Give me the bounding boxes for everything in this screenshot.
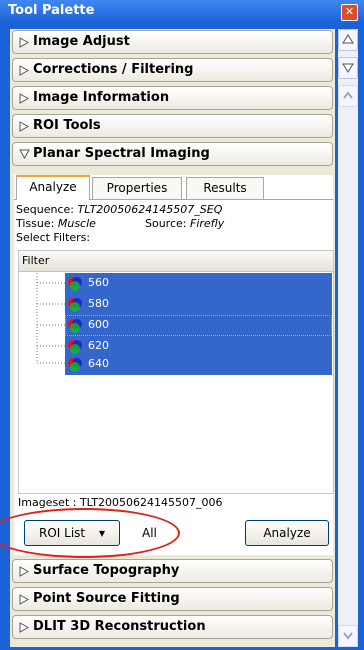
scroll-up-button[interactable] (338, 85, 358, 107)
section-corrections[interactable]: Corrections / Filtering (12, 58, 333, 82)
tissue-value: Muscle (57, 217, 96, 230)
expand-arrow-icon (19, 622, 29, 633)
rgb-filter-icon (68, 319, 82, 333)
analyze-tab-content: Sequence: TLT20050624145507_SEQ Tissue: … (14, 199, 334, 556)
source-value: Firefly (190, 217, 225, 230)
rgb-filter-icon (68, 298, 82, 312)
section-image-adjust[interactable]: Image Adjust (12, 30, 333, 54)
vertical-scrollbar[interactable] (338, 29, 358, 647)
expand-arrow-icon (19, 37, 29, 48)
collapse-arrow-icon (19, 149, 30, 159)
expand-arrow-icon (19, 594, 29, 605)
filter-value: 580 (88, 297, 109, 310)
expand-arrow-icon (19, 93, 29, 104)
scroll-down-icon (342, 63, 354, 73)
tree-lines-icon (36, 273, 65, 364)
planar-spectral-panel: Analyze Properties Results Sequence: TLT… (14, 175, 334, 556)
scroll-up-icon (342, 34, 354, 44)
filter-row[interactable]: 600 (65, 315, 332, 336)
source-line: Source: Firefly (145, 217, 224, 230)
filter-list: Filter 560 580 600 620 640 (18, 250, 334, 494)
select-filters-label: Select Filters: (16, 231, 91, 244)
filter-row[interactable]: 640 (65, 354, 332, 375)
section-image-information[interactable]: Image Information (12, 86, 333, 110)
section-label: DLIT 3D Reconstruction (33, 619, 206, 634)
scroll-top-button[interactable] (338, 29, 358, 51)
expand-arrow-icon (19, 121, 29, 132)
filter-value: 600 (88, 318, 109, 331)
analyze-button[interactable]: Analyze (245, 520, 329, 546)
source-label: Source: (145, 217, 187, 230)
section-label: Point Source Fitting (33, 591, 180, 606)
tab-results[interactable]: Results (186, 177, 264, 199)
rgb-filter-icon (68, 277, 82, 291)
section-label: Image Adjust (33, 34, 130, 49)
section-point-source-fitting[interactable]: Point Source Fitting (12, 587, 333, 611)
filter-row[interactable]: 560 (65, 273, 332, 294)
section-label: ROI Tools (33, 118, 101, 133)
title-bar[interactable]: Tool Palette ✕ (0, 0, 364, 24)
chevron-down-icon (343, 632, 353, 640)
filter-row[interactable]: 580 (65, 294, 332, 315)
expand-arrow-icon (19, 65, 29, 76)
filter-value: 560 (88, 276, 109, 289)
imageset-label: Imageset : TLT20050624145507_006 (18, 496, 223, 509)
tab-properties[interactable]: Properties (92, 177, 182, 199)
section-surface-topography[interactable]: Surface Topography (12, 559, 333, 583)
section-roi-tools[interactable]: ROI Tools (12, 114, 333, 138)
tab-analyze[interactable]: Analyze (16, 175, 90, 200)
section-label: Image Information (33, 90, 170, 105)
section-dlit-3d-reconstruction[interactable]: DLIT 3D Reconstruction (12, 615, 333, 639)
tissue-line: Tissue: Muscle (16, 217, 96, 230)
section-label: Corrections / Filtering (33, 62, 194, 77)
tissue-label: Tissue: (16, 217, 55, 230)
rgb-filter-icon (68, 340, 82, 354)
section-planar-spectral-imaging[interactable]: Planar Spectral Imaging (12, 142, 333, 166)
scroll-down-button[interactable] (338, 625, 358, 647)
close-button[interactable]: ✕ (341, 4, 358, 21)
scroll-bottom-button[interactable] (338, 57, 358, 79)
section-label: Planar Spectral Imaging (33, 146, 210, 161)
section-label: Surface Topography (33, 563, 180, 578)
sequence-line: Sequence: TLT20050624145507_SEQ (16, 203, 222, 216)
expand-arrow-icon (19, 566, 29, 577)
sequence-value: TLT20050624145507_SEQ (77, 203, 223, 216)
sequence-label: Sequence: (16, 203, 74, 216)
filter-value: 620 (88, 339, 109, 352)
tool-palette-window: Tool Palette ✕ Image Adjust Corrections … (0, 0, 364, 650)
filter-value: 640 (88, 357, 109, 370)
window-title: Tool Palette (8, 3, 95, 18)
rgb-filter-icon (68, 358, 82, 372)
chevron-up-icon (343, 91, 353, 99)
